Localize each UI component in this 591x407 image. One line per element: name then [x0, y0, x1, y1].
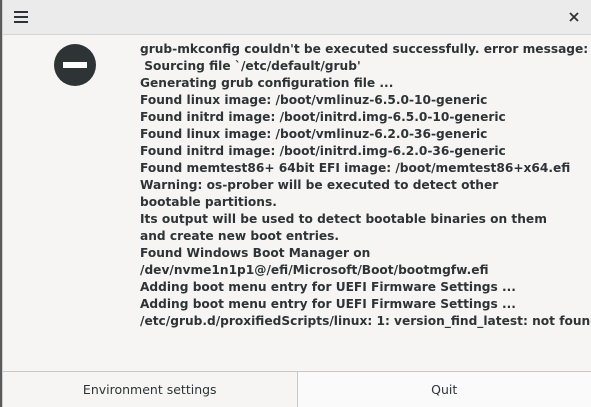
hamburger-menu-icon[interactable]	[9, 6, 33, 28]
error-message: grub-mkconfig couldn't be executed succe…	[140, 41, 591, 330]
close-icon[interactable]	[563, 6, 585, 28]
error-dialog-window: grub-mkconfig couldn't be executed succe…	[2, 0, 591, 407]
error-icon	[53, 43, 97, 87]
environment-settings-button[interactable]: Environment settings	[3, 372, 298, 407]
log-line: Generating grub configuration file ...	[140, 76, 394, 90]
log-line: Its output will be used to detect bootab…	[140, 212, 547, 243]
quit-button[interactable]: Quit	[297, 372, 591, 407]
log-line: Found initrd image: /boot/initrd.img-6.2…	[140, 144, 506, 158]
log-line: Adding boot menu entry for UEFI Firmware…	[140, 280, 516, 294]
log-line: Found linux image: /boot/vmlinuz-6.5.0-1…	[140, 93, 488, 107]
log-line: Found initrd image: /boot/initrd.img-6.5…	[140, 110, 506, 124]
log-line: Found Windows Boot Manager on /dev/nvme1…	[140, 246, 489, 277]
log-line: Sourcing file `/etc/default/grub'	[140, 59, 361, 73]
log-line: grub-mkconfig couldn't be executed succe…	[140, 42, 589, 56]
log-line: Adding boot menu entry for UEFI Firmware…	[140, 297, 516, 311]
log-line: Found memtest86+ 64bit EFI image: /boot/…	[140, 161, 571, 175]
dialog-footer: Environment settings Quit	[3, 371, 591, 407]
titlebar	[3, 0, 591, 35]
log-line: /etc/grub.d/proxifiedScripts/linux: 1: v…	[140, 314, 591, 328]
log-line: Warning: os-prober will be executed to d…	[140, 178, 499, 209]
log-line: Found linux image: /boot/vmlinuz-6.2.0-3…	[140, 127, 488, 141]
